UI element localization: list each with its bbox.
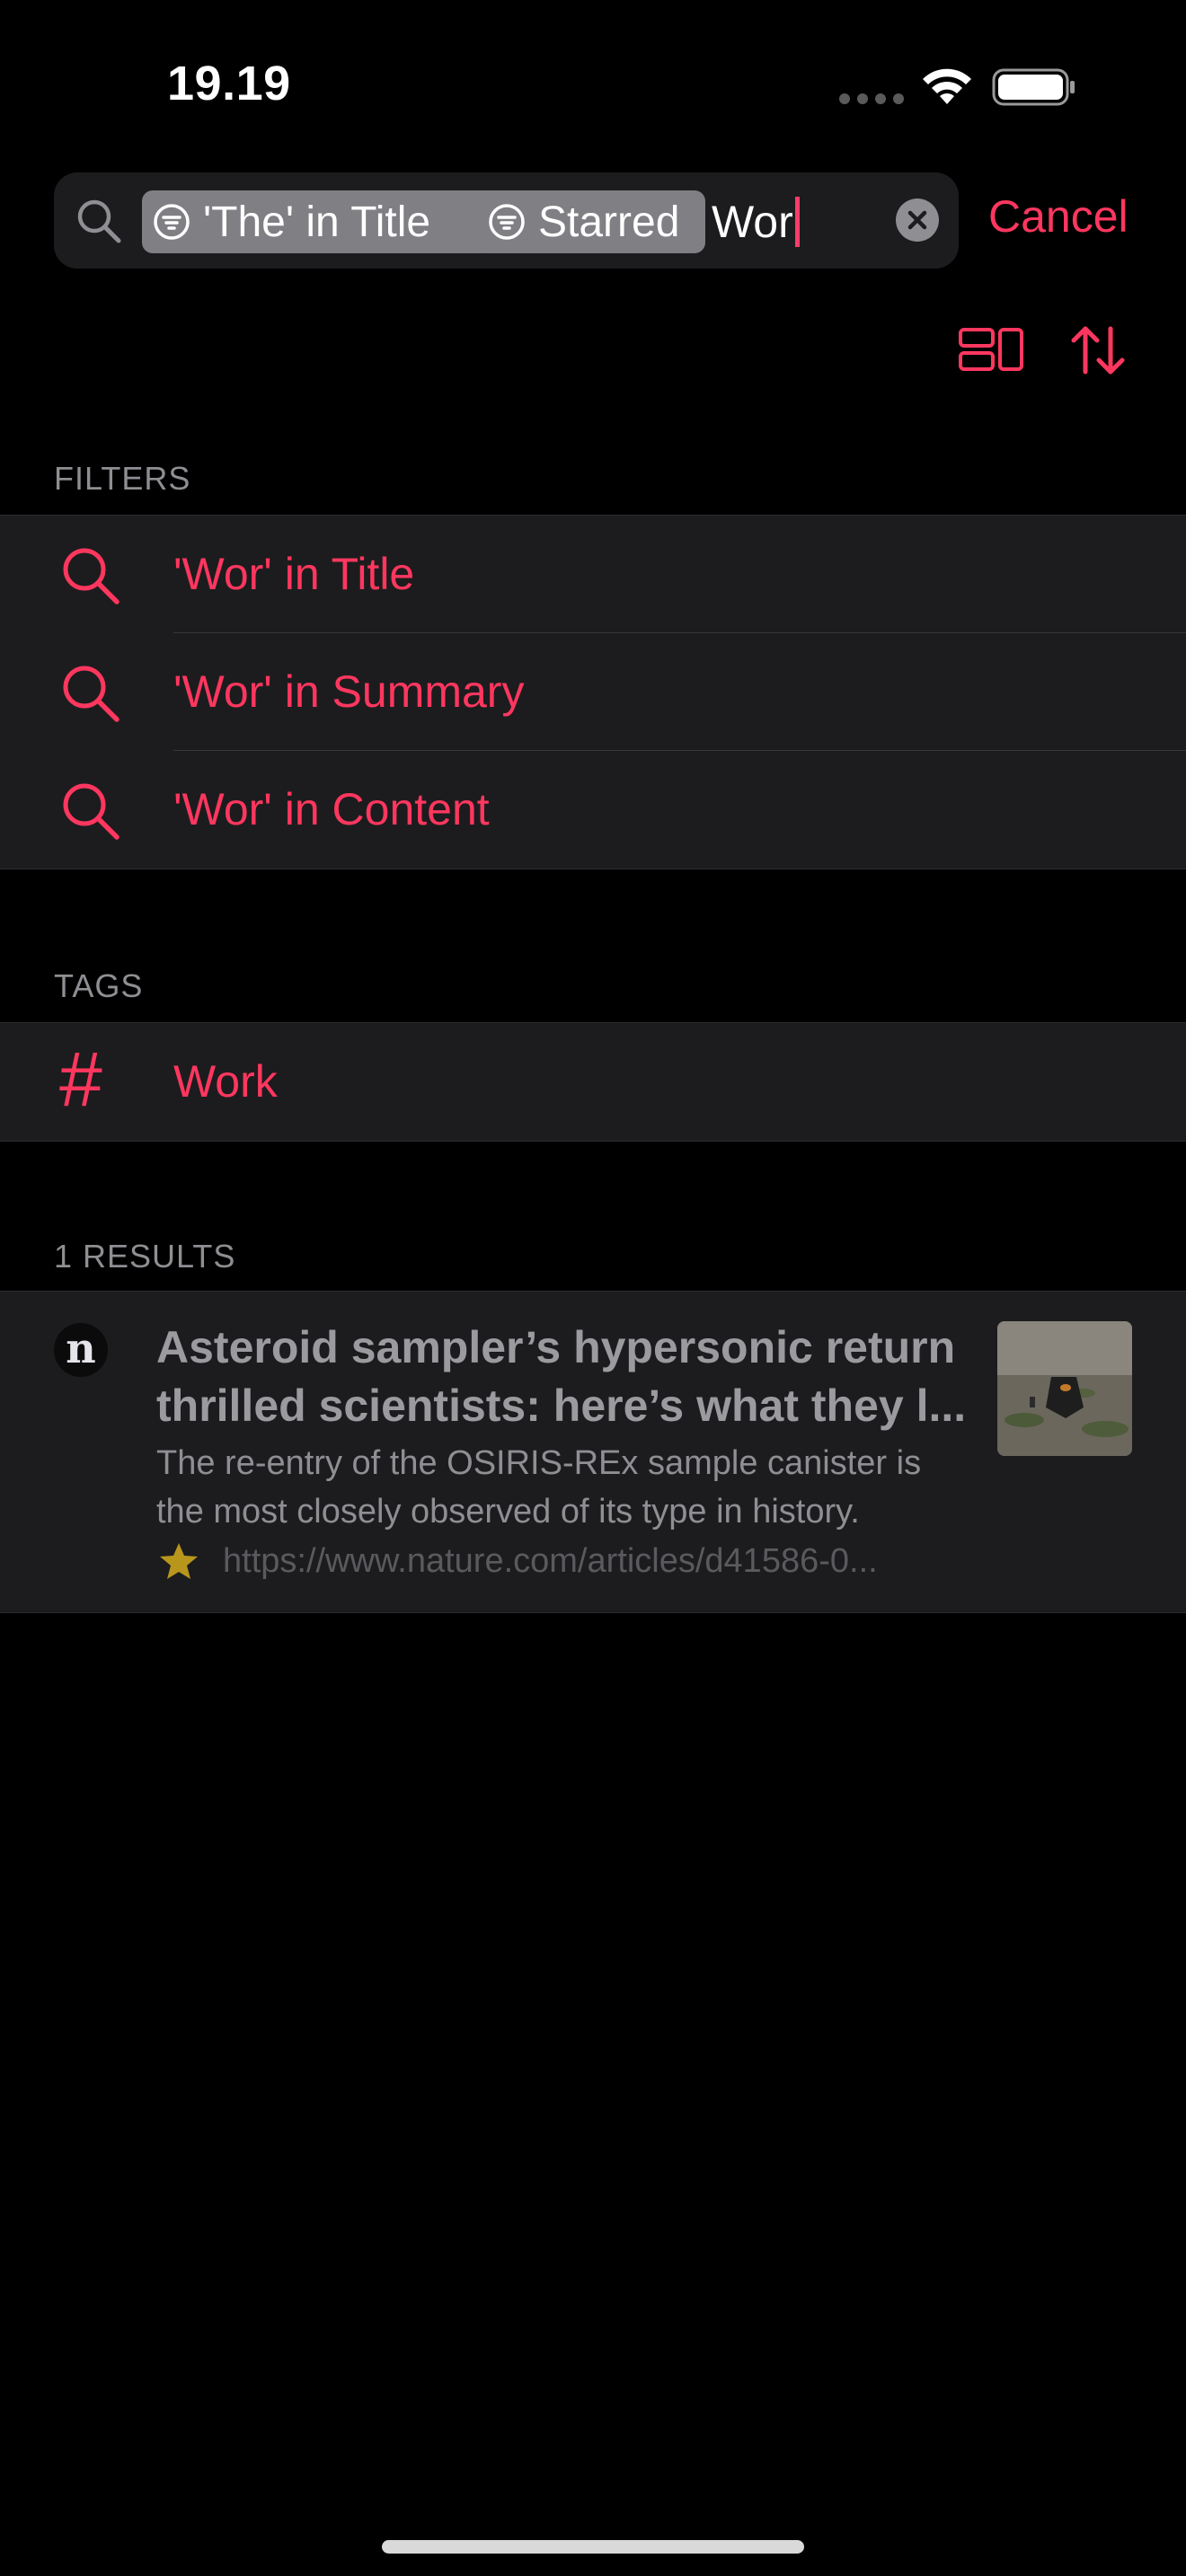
filters-section-header: FILTERS [54, 460, 191, 497]
tag-row-work[interactable]: # Work [0, 1023, 1186, 1141]
clear-search-icon[interactable] [894, 197, 941, 243]
search-icon [63, 548, 119, 604]
search-icon [77, 199, 121, 243]
filter-row-summary[interactable]: 'Wor' in Summary [0, 633, 1186, 751]
token-label: Starred [538, 198, 680, 246]
text-cursor [794, 197, 800, 247]
filter-label: 'Wor' in Summary [173, 666, 525, 717]
search-token-title-filter[interactable]: 'The' in Title [142, 190, 523, 253]
layout-toggle-icon[interactable] [958, 327, 1024, 372]
tags-list: # Work [0, 1022, 1186, 1142]
result-summary-line: The re-entry of the OSIRIS-REx sample ca… [156, 1444, 922, 1482]
cellular-signal-icon [839, 93, 904, 104]
search-icon [63, 783, 119, 840]
wifi-icon [923, 68, 971, 104]
filter-icon [154, 204, 190, 240]
result-thumbnail [997, 1321, 1132, 1456]
hashtag-icon: # [59, 1037, 102, 1123]
token-label: 'The' in Title [203, 198, 431, 246]
filter-icon [489, 204, 525, 240]
status-bar: 19.19 [0, 0, 1186, 171]
filter-row-content[interactable]: 'Wor' in Content [0, 751, 1186, 869]
result-item[interactable]: n Asteroid sampler’s hypersonic return t… [0, 1291, 1186, 1613]
search-query-text: Wor [712, 197, 793, 247]
search-input[interactable]: Wor [712, 190, 800, 253]
tag-label: Work [173, 1056, 278, 1107]
results-section-header: 1 RESULTS [54, 1238, 236, 1275]
search-icon [63, 666, 119, 722]
tags-section-header: TAGS [54, 967, 144, 1004]
filter-row-title[interactable]: 'Wor' in Title [0, 516, 1186, 633]
home-indicator [382, 2540, 804, 2554]
filter-label: 'Wor' in Content [173, 784, 490, 834]
result-title-line: Asteroid sampler’s hypersonic return [156, 1322, 956, 1372]
filters-list: 'Wor' in Title 'Wor' in Summary 'Wor' in… [0, 515, 1186, 869]
site-favicon: n [54, 1323, 108, 1377]
filter-label: 'Wor' in Title [173, 549, 415, 599]
result-summary: The re-entry of the OSIRIS-REx sample ca… [156, 1439, 983, 1536]
search-field[interactable]: 'The' in Title Starred Wor [54, 172, 959, 269]
result-url: https://www.nature.com/articles/d41586-0… [223, 1542, 878, 1580]
cancel-button[interactable]: Cancel [988, 190, 1128, 243]
battery-icon [992, 68, 1075, 106]
result-summary-line: the most closely observed of its type in… [156, 1493, 860, 1531]
star-icon [160, 1543, 198, 1579]
result-title: Asteroid sampler’s hypersonic return thr… [156, 1319, 983, 1435]
search-token-starred-filter[interactable]: Starred [477, 190, 705, 253]
result-title-line: thrilled scientists: here’s what they l.… [156, 1381, 967, 1431]
sort-icon[interactable] [1069, 323, 1127, 377]
status-time: 19.19 [167, 57, 291, 110]
